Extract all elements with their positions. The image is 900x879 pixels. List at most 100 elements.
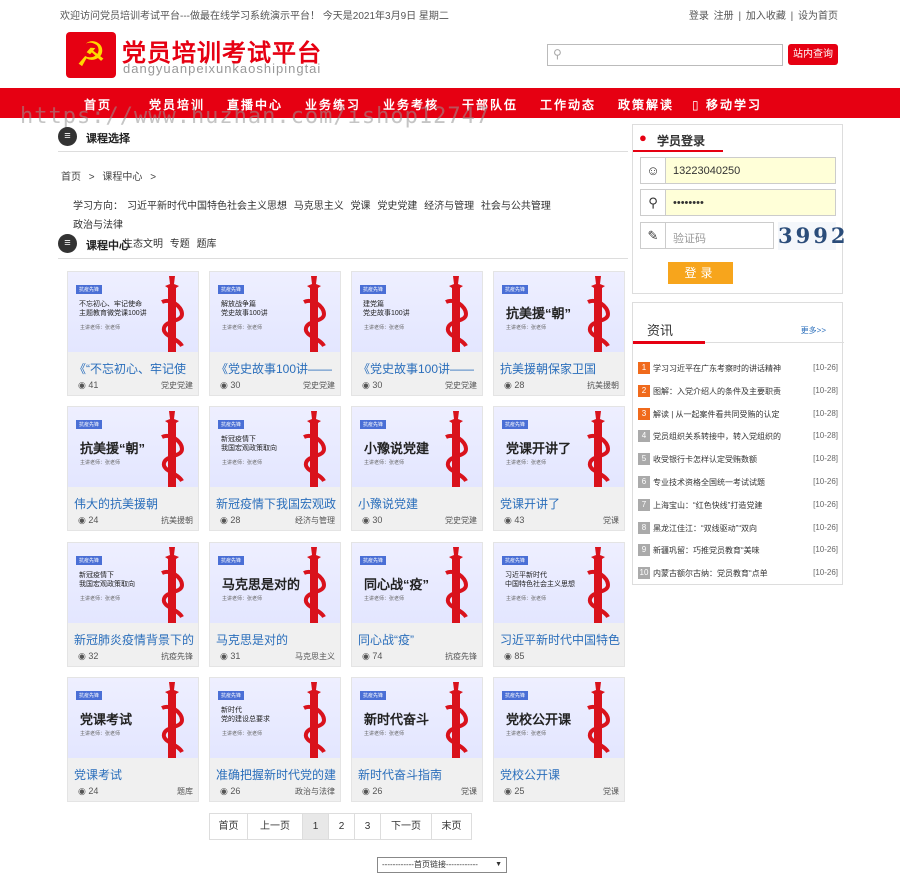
course-title[interactable]: 马克思是对的 <box>216 631 338 648</box>
course-thumbnail[interactable]: 抗疫先锋 党课考试 主讲老师：张老师 <box>68 678 198 758</box>
party-emblem-icon[interactable]: ☭ <box>66 32 116 78</box>
news-title-text[interactable]: 党员组织关系转接中，转入党组织的 <box>653 431 781 442</box>
news-item[interactable]: 8 黑龙江佳江：“双线驱动”“双向 [10-26] <box>638 521 838 536</box>
news-more-link[interactable]: 更多>> <box>801 325 826 336</box>
pager-last[interactable]: 末页 <box>431 813 472 840</box>
course-category[interactable]: 党课 <box>461 786 477 797</box>
course-title[interactable]: 伟大的抗美援朝 <box>74 495 196 512</box>
nav-practice[interactable]: 业务练习 <box>305 96 361 113</box>
nav-exam[interactable]: 业务考核 <box>383 96 439 113</box>
course-thumbnail[interactable]: 抗疫先锋 不忘初心、牢记使命 主题教育微党课100讲 主讲老师：张老师 <box>68 272 198 352</box>
course-card[interactable]: 抗疫先锋 马克思是对的 主讲老师：张老师 马克思是对的 ◉ 31 马克思主义 <box>209 542 341 667</box>
pager-page-1[interactable]: 1 <box>302 813 329 840</box>
course-thumbnail[interactable]: 抗疫先锋 马克思是对的 主讲老师：张老师 <box>210 543 340 623</box>
course-thumbnail[interactable]: 抗疫先锋 新时代 党的建设总要求 主讲老师：张老师 <box>210 678 340 758</box>
news-item[interactable]: 6 专业技术资格全国统一考试试题 [10-26] <box>638 476 838 490</box>
course-card[interactable]: 抗疫先锋 新冠疫情下 我国宏观政策取向 主讲老师：张老师 新冠肺炎疫情背景下的 ◉ 32 抗… <box>67 542 199 667</box>
news-title-text[interactable]: 内蒙古额尔古纳：党员教育“点单 <box>653 568 781 579</box>
username-field[interactable]: ☺ 13223040250 <box>640 157 836 184</box>
course-title[interactable]: 小豫说党建 <box>358 495 480 512</box>
course-card[interactable]: 抗疫先锋 抗美援“朝” 主讲老师：张老师 伟大的抗美援朝 ◉ 24 抗美援朝 <box>67 406 199 531</box>
course-title[interactable]: 党课开讲了 <box>500 495 622 512</box>
course-card[interactable]: 抗疫先锋 建党篇 党史故事100讲 主讲老师：张老师 《党史故事100讲—— ◉ 30 党史… <box>351 271 483 396</box>
nav-training[interactable]: 党员培训 <box>149 96 205 113</box>
course-title[interactable]: 《“不忘初心、牢记使 <box>74 360 196 377</box>
course-thumbnail[interactable]: 抗疫先锋 小豫说党建 主讲老师：张老师 <box>352 407 482 487</box>
breadcrumb-home[interactable]: 首页 <box>61 172 81 183</box>
filter-item[interactable]: 经济与管理 <box>424 201 474 212</box>
course-category[interactable]: 抗美援朝 <box>161 515 193 526</box>
course-card[interactable]: 抗疫先锋 新冠疫情下 我国宏观政策取向 主讲老师：张老师 新冠疫情下我国宏观政 ◉ 28 经… <box>209 406 341 531</box>
login-link[interactable]: 登录 <box>689 11 709 22</box>
nav-policy[interactable]: 政策解读 <box>618 96 674 113</box>
course-card[interactable]: 抗疫先锋 党课开讲了 主讲老师：张老师 党课开讲了 ◉ 43 党课 <box>493 406 625 531</box>
course-category[interactable]: 党课 <box>603 515 619 526</box>
nav-live[interactable]: 直播中心 <box>227 96 283 113</box>
news-item[interactable]: 9 新疆巩留：巧推党员教育“美味 [10-26] <box>638 544 838 558</box>
pager-page-3[interactable]: 3 <box>354 813 381 840</box>
course-title[interactable]: 准确把握新时代党的建 <box>216 766 338 783</box>
nav-home[interactable]: 首页 <box>84 96 112 113</box>
breadcrumb-course-center[interactable]: 课程中心 <box>102 172 142 183</box>
search-button[interactable]: 站内查询 <box>788 44 838 65</box>
course-thumbnail[interactable]: 抗疫先锋 同心战“疫” 主讲老师：张老师 <box>352 543 482 623</box>
course-category[interactable]: 马克思主义 <box>295 651 335 662</box>
course-card[interactable]: 抗疫先锋 小豫说党建 主讲老师：张老师 小豫说党建 ◉ 30 党史党建 <box>351 406 483 531</box>
course-thumbnail[interactable]: 抗疫先锋 抗美援“朝” 主讲老师：张老师 <box>68 407 198 487</box>
course-card[interactable]: 抗疫先锋 解放战争篇 党史故事100讲 主讲老师：张老师 《党史故事100讲—— ◉ 30… <box>209 271 341 396</box>
news-title-text[interactable]: 解读 | 从一起案件看共同受贿的认定 <box>653 409 781 420</box>
course-card[interactable]: 抗疫先锋 党课考试 主讲老师：张老师 党课考试 ◉ 24 题库 <box>67 677 199 802</box>
captcha-field[interactable]: ✎ 验证码 <box>640 222 774 249</box>
news-item[interactable]: 3 解读 | 从一起案件看共同受贿的认定 [10-28] <box>638 407 838 422</box>
nav-news[interactable]: 工作动态 <box>540 96 596 113</box>
course-title[interactable]: 党校公开课 <box>500 766 622 783</box>
search-input[interactable] <box>568 46 778 64</box>
course-card[interactable]: 抗疫先锋 同心战“疫” 主讲老师：张老师 同心战“疫” ◉ 74 抗疫先锋 <box>351 542 483 667</box>
course-title[interactable]: 《党史故事100讲—— <box>216 360 338 377</box>
course-card[interactable]: 抗疫先锋 新时代奋斗 主讲老师：张老师 新时代奋斗指南 ◉ 26 党课 <box>351 677 483 802</box>
course-title[interactable]: 同心战“疫” <box>358 631 480 648</box>
course-category[interactable]: 党史党建 <box>161 380 193 391</box>
news-item[interactable]: 1 学习习近平在广东考察时的讲话精神 [10-26] <box>638 362 838 376</box>
pager-page-2[interactable]: 2 <box>328 813 355 840</box>
pager-first[interactable]: 首页 <box>209 813 248 840</box>
news-item[interactable]: 5 收受银行卡怎样认定受贿数额 [10-28] <box>638 453 838 467</box>
filter-item[interactable]: 习近平新时代中国特色社会主义思想 <box>127 201 287 212</box>
course-card[interactable]: 抗疫先锋 不忘初心、牢记使命 主题教育微党课100讲 主讲老师：张老师《“不忘初心、牢… <box>67 271 199 396</box>
news-title-text[interactable]: 学习习近平在广东考察时的讲话精神 <box>653 363 781 374</box>
course-category[interactable]: 党史党建 <box>445 515 477 526</box>
login-button[interactable]: 登录 <box>668 262 733 284</box>
course-card[interactable]: 抗疫先锋 党校公开课 主讲老师：张老师 党校公开课 ◉ 25 党课 <box>493 677 625 802</box>
course-category[interactable]: 经济与管理 <box>295 515 335 526</box>
course-category[interactable]: 政治与法律 <box>295 786 335 797</box>
course-category[interactable]: 抗美援朝 <box>587 380 619 391</box>
filter-item[interactable]: 社会与公共管理 <box>481 201 551 212</box>
course-thumbnail[interactable]: 抗疫先锋 抗美援“朝” 主讲老师：张老师 <box>494 272 624 352</box>
course-category[interactable]: 党课 <box>603 786 619 797</box>
pager-prev[interactable]: 上一页 <box>247 813 303 840</box>
course-category[interactable]: 抗疫先锋 <box>161 651 193 662</box>
friend-links-select[interactable]: ------------首页链接------------ ▼ <box>377 857 507 873</box>
course-category[interactable]: 题库 <box>177 786 193 797</box>
course-title[interactable]: 抗美援朝保家卫国 <box>500 360 622 377</box>
nav-cadres[interactable]: 干部队伍 <box>462 96 518 113</box>
course-title[interactable]: 《党史故事100讲—— <box>358 360 480 377</box>
filter-item[interactable]: 政治与法律 <box>73 220 123 231</box>
course-thumbnail[interactable]: 抗疫先锋 新冠疫情下 我国宏观政策取向 主讲老师：张老师 <box>210 407 340 487</box>
news-title-text[interactable]: 新疆巩留：巧推党员教育“美味 <box>653 545 781 556</box>
news-item[interactable]: 4 党员组织关系转接中，转入党组织的 [10-28] <box>638 430 838 444</box>
set-homepage-link[interactable]: 设为首页 <box>798 11 838 22</box>
course-title[interactable]: 新时代奋斗指南 <box>358 766 480 783</box>
course-thumbnail[interactable]: 抗疫先锋 解放战争篇 党史故事100讲 主讲老师：张老师 <box>210 272 340 352</box>
course-category[interactable]: 党史党建 <box>445 380 477 391</box>
course-card[interactable]: 抗疫先锋 新时代 党的建设总要求 主讲老师：张老师 准确把握新时代党的建 ◉ 26 政治与法… <box>209 677 341 802</box>
course-card[interactable]: 抗疫先锋 习近平新时代 中国特色社会主义思想 主讲老师：张老师 习近平新时代中国特色 ◉ … <box>493 542 625 667</box>
course-category[interactable]: 党史党建 <box>303 380 335 391</box>
news-title-text[interactable]: 上海宝山：“红色快线”打造党建 <box>653 500 781 511</box>
nav-mobile[interactable]: ▯ 移动学习 <box>692 96 762 113</box>
news-item[interactable]: 7 上海宝山：“红色快线”打造党建 [10-26] <box>638 498 838 513</box>
captcha-image[interactable]: 3992 <box>778 222 845 250</box>
add-favorite-link[interactable]: 加入收藏 <box>746 11 786 22</box>
filter-item[interactable]: 党史党建 <box>377 201 417 212</box>
filter-item[interactable]: 马克思主义 <box>294 201 344 212</box>
